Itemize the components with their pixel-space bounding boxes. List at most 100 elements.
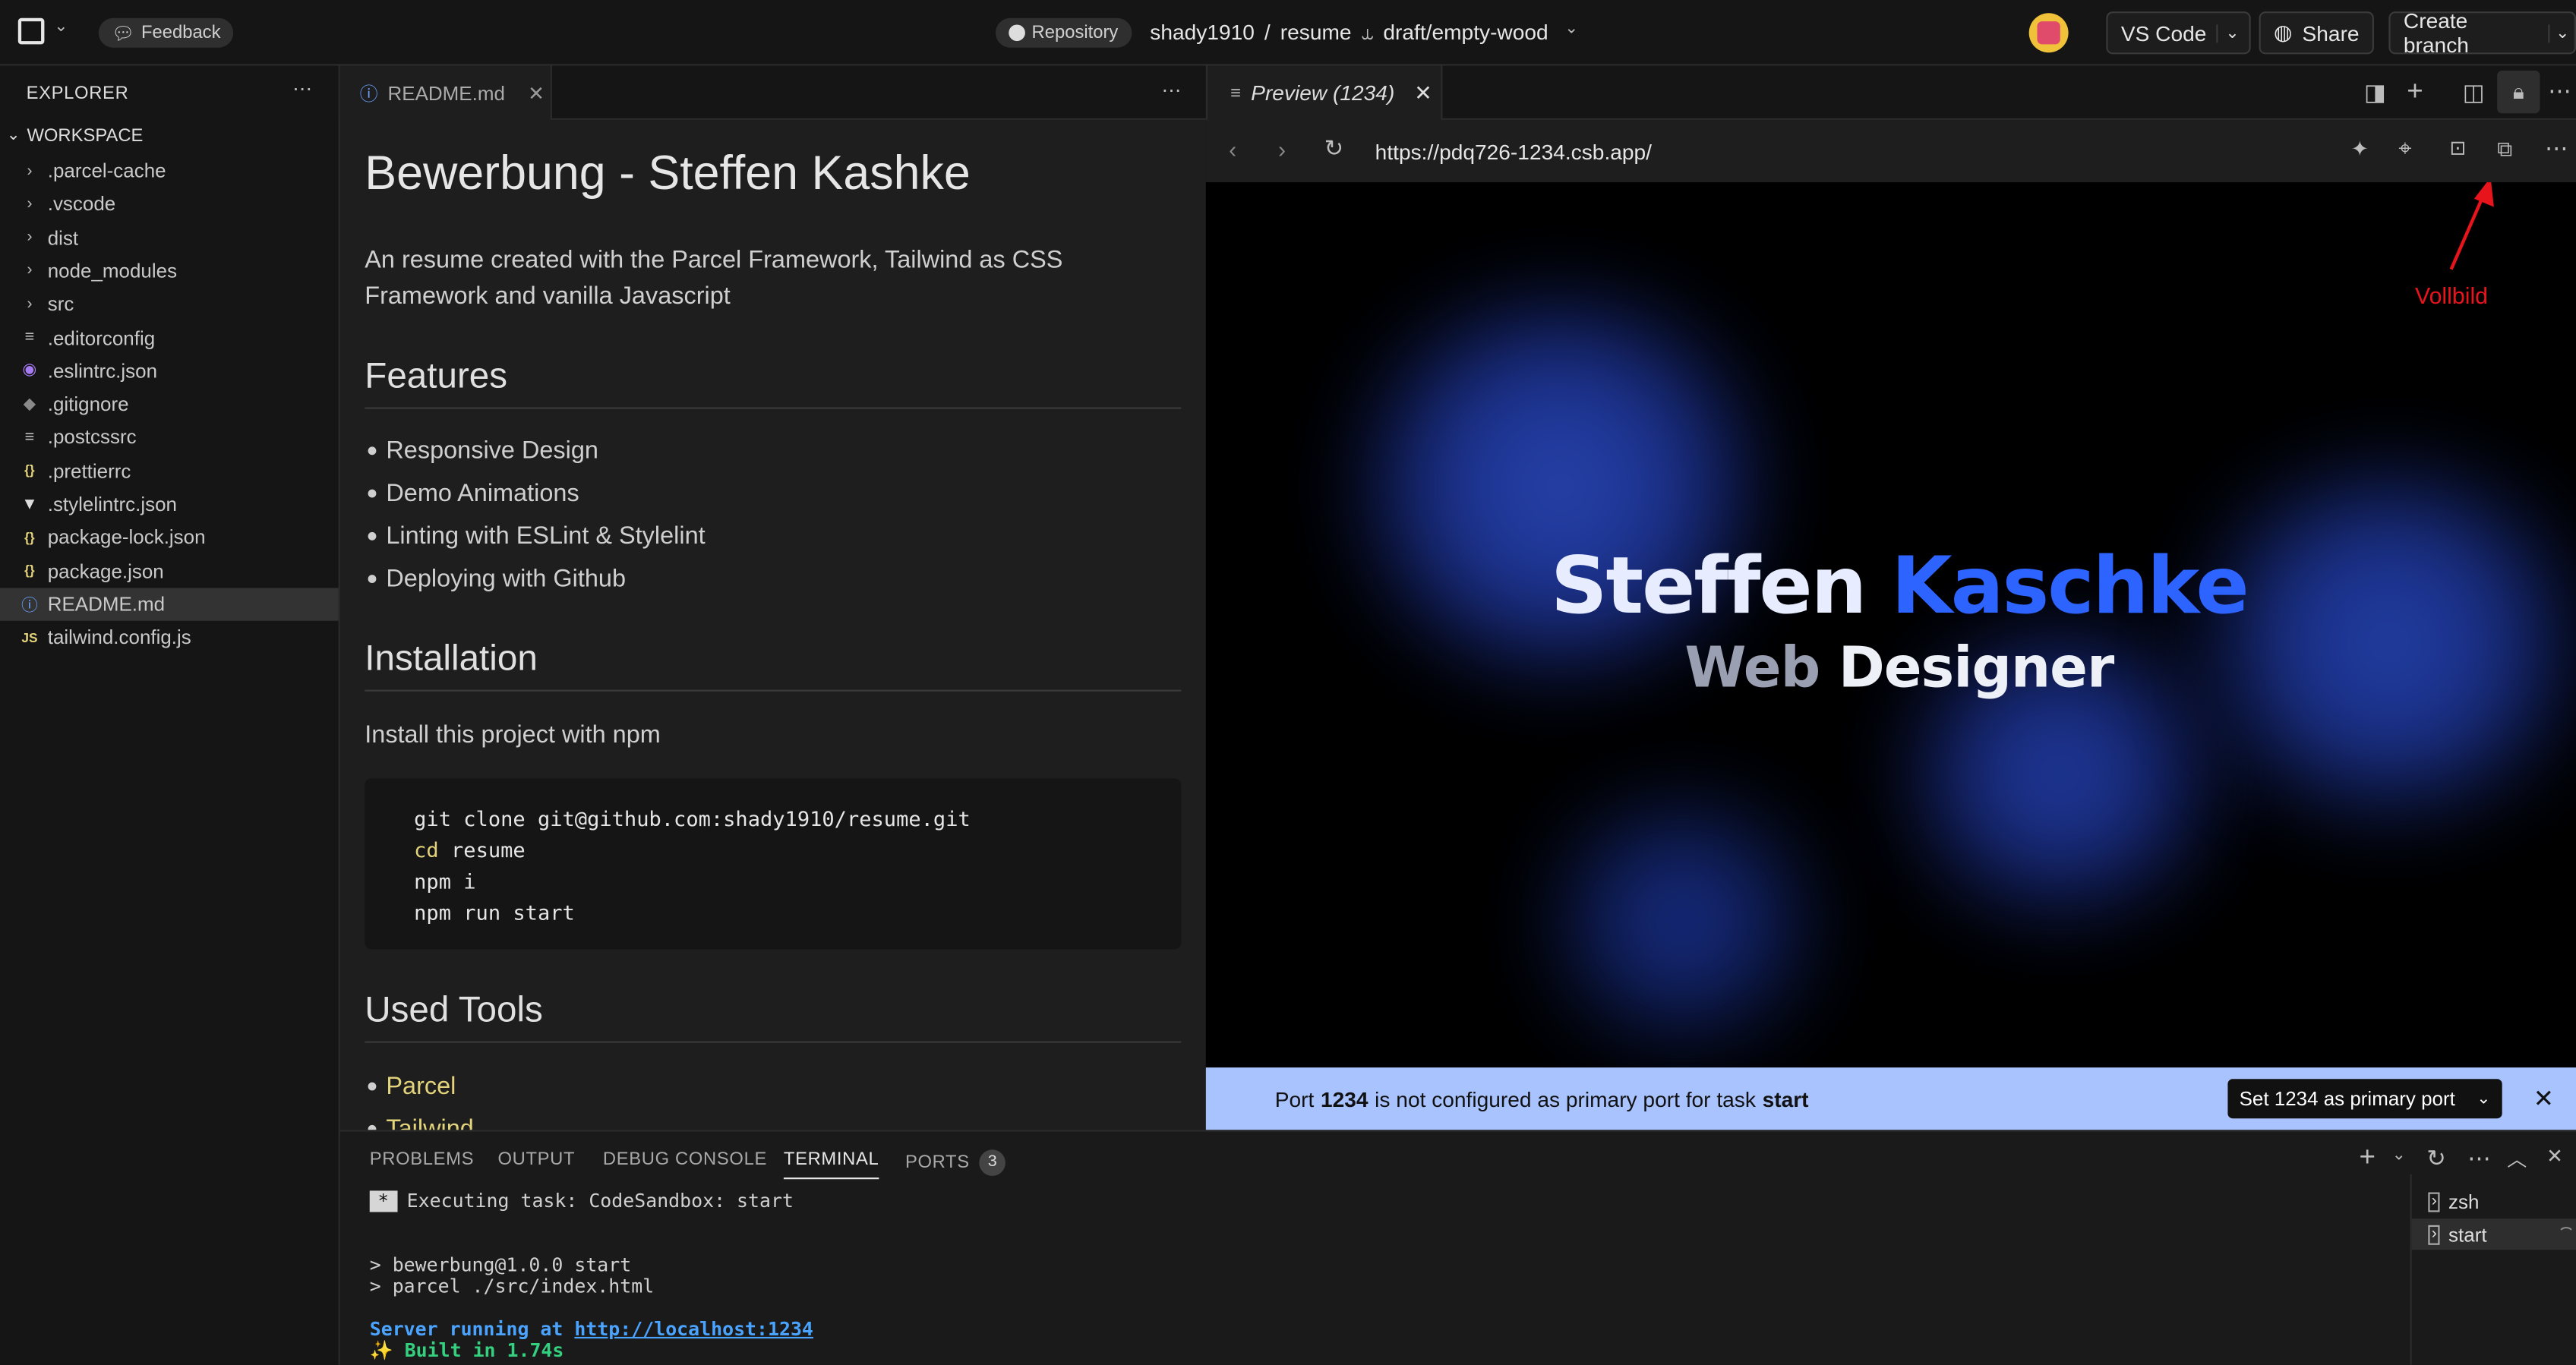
close-icon[interactable]: ✕	[528, 81, 545, 104]
code-line: cd resume	[414, 837, 526, 862]
tree-item-label: package.json	[47, 559, 164, 583]
page-title: Bewerbung - Steffen Kashke	[365, 147, 971, 200]
chevron-down-icon[interactable]: ⌄	[54, 18, 68, 36]
tree-file[interactable]: ⓘ README.md	[0, 588, 339, 621]
code-line: npm i	[414, 868, 476, 894]
tree-folder[interactable]: › .parcel-cache	[0, 154, 339, 187]
chevron-right-icon: ›	[27, 228, 33, 247]
bullet	[368, 531, 377, 541]
more-icon[interactable]: ⋯	[1161, 79, 1181, 102]
intro-paragraph: An resume created with the Parcel Framew…	[365, 246, 1063, 311]
workspace-header[interactable]: ⌄ WORKSPACE	[7, 127, 144, 147]
share-button[interactable]: ◍ Share	[2259, 11, 2375, 55]
tree-item-label: .postcssrc	[47, 426, 137, 449]
split-editor-icon[interactable]: ◫	[2463, 79, 2485, 107]
more-icon[interactable]: ⋯	[2467, 1145, 2490, 1173]
forward-icon[interactable]: ›	[1278, 137, 1286, 163]
chevron-right-icon: ›	[27, 261, 33, 280]
tree-file[interactable]: {} package.json	[0, 554, 339, 587]
tree-file[interactable]: JS tailwind.config.js	[0, 621, 339, 654]
url-field[interactable]: https://pdq726-1234.csb.app/	[1375, 140, 1652, 164]
feature-item: Deploying with Github	[368, 565, 626, 593]
close-icon[interactable]: ✕	[1414, 80, 1432, 106]
feedback-button[interactable]: 💬︎ Feedback	[98, 17, 234, 48]
reload-icon[interactable]: ↻	[1324, 134, 1343, 162]
terminal-item-zsh[interactable]: › zsh	[2412, 1186, 2576, 1217]
tab-terminal[interactable]: TERMINAL	[783, 1149, 879, 1180]
tool-link[interactable]: Parcel	[368, 1073, 456, 1100]
close-icon[interactable]: ✕	[2533, 1084, 2554, 1114]
restart-icon[interactable]: ↻	[2426, 1145, 2445, 1173]
tree-file[interactable]: ≡ .postcssrc	[0, 421, 339, 454]
terminal-task-line: * Executing task: CodeSandbox: start	[369, 1189, 794, 1212]
tree-item-label: .prettierrc	[47, 459, 131, 483]
more-icon[interactable]: ⋯	[292, 77, 312, 100]
more-icon[interactable]: ⋯	[2545, 134, 2568, 162]
tab-ports[interactable]: PORTS 3	[905, 1149, 1006, 1176]
tree-item-label: dist	[47, 225, 79, 249]
tree-file[interactable]: {} .prettierrc	[0, 455, 339, 487]
chevron-down-icon[interactable]: ⌄	[1564, 20, 1578, 46]
chevron-down-icon[interactable]: ⌄	[2215, 24, 2240, 43]
bullet	[368, 575, 377, 583]
tree-file[interactable]: ◉ .eslintrc.json	[0, 355, 339, 387]
sparkle-icon[interactable]: ✦	[2351, 137, 2369, 163]
close-icon[interactable]: ✕	[2546, 1145, 2563, 1168]
tree-file[interactable]: ≡ .editorconfig	[0, 321, 339, 354]
tree-folder[interactable]: › src	[0, 288, 339, 320]
chevron-up-icon[interactable]: ︿	[2507, 1145, 2527, 1173]
repository-badge[interactable]: Repository	[995, 17, 1132, 48]
json-icon: {}	[24, 530, 35, 545]
info-icon: ⓘ	[359, 84, 378, 105]
terminal-icon[interactable]: ⊡	[2449, 137, 2466, 159]
terminal-server-line: Server running at http://localhost:1234	[369, 1316, 813, 1341]
tool-link[interactable]: Tailwind	[368, 1115, 474, 1130]
app-menu-icon[interactable]	[17, 17, 45, 45]
tree-file[interactable]: ◆ .gitignore	[0, 388, 339, 421]
tab-problems[interactable]: PROBLEMS	[370, 1149, 474, 1169]
tree-folder[interactable]: › .vscode	[0, 188, 339, 220]
breadcrumb-separator: /	[1264, 19, 1271, 45]
split-layout-icon[interactable]: ◨	[2364, 79, 2386, 107]
code-line: npm run start	[414, 900, 575, 925]
back-icon[interactable]: ‹	[1229, 137, 1236, 163]
lock-icon[interactable]: 🔒︎	[2497, 71, 2540, 114]
tree-item-label: .parcel-cache	[47, 159, 166, 183]
branch-name[interactable]: draft/empty-wood	[1383, 20, 1548, 46]
vscode-button[interactable]: VS Code ⌄	[2106, 11, 2251, 55]
repo-link[interactable]: resume	[1280, 20, 1352, 46]
chevron-down-icon[interactable]: ⌄	[2477, 1089, 2490, 1108]
blue-glow	[1542, 806, 1823, 1037]
tab-debug-console[interactable]: DEBUG CONSOLE	[603, 1149, 767, 1169]
preview-viewport[interactable]: Steffen Kaschke Web Designer Vollbild	[1205, 182, 2576, 1068]
avatar[interactable]	[2028, 13, 2069, 53]
ports-count-badge: 3	[979, 1149, 1006, 1176]
server-url-link[interactable]: http://localhost:1234	[574, 1317, 813, 1340]
fullscreen-icon[interactable]: ⧉	[2497, 137, 2512, 163]
tab-output[interactable]: OUTPUT	[497, 1149, 575, 1169]
preview-tab-bar: ≡ Preview (1234) ✕ ◨ + ◫ 🔒︎ ⋯	[1205, 65, 2576, 120]
asterisk-icon: *	[369, 1190, 397, 1212]
tab-preview[interactable]: ≡ Preview (1234) ✕	[1208, 65, 1443, 120]
plus-icon[interactable]: +	[2359, 1141, 2375, 1174]
feature-label: Responsive Design	[386, 437, 598, 465]
terminal-item-start[interactable]: › start	[2411, 1218, 2576, 1250]
more-icon[interactable]: ⋯	[2548, 77, 2571, 106]
tree-file[interactable]: ▼ .stylelintrc.json	[0, 488, 339, 521]
tab-readme[interactable]: ⓘ README.md ✕	[339, 65, 552, 120]
create-branch-button[interactable]: Create branch ⌄	[2388, 8, 2576, 58]
tree-folder[interactable]: › node_modules	[0, 254, 339, 287]
chevron-right-icon: ›	[27, 295, 33, 314]
set-primary-port-button[interactable]: Set 1234 as primary port ⌄	[2227, 1079, 2502, 1119]
port-notice-text: Port 1234 is not configured as primary p…	[1274, 1087, 1809, 1112]
tree-item-label: src	[47, 292, 74, 316]
hero-subtitle: Web Designer	[1684, 635, 2114, 701]
plus-icon[interactable]: +	[2407, 76, 2423, 109]
crosshair-icon[interactable]: ⌖	[2398, 134, 2411, 162]
tree-folder[interactable]: › dist	[0, 221, 339, 254]
tree-file[interactable]: {} package-lock.json	[0, 521, 339, 553]
owner-link[interactable]: shady1910	[1150, 20, 1255, 46]
avatar-cross-icon	[2037, 21, 2060, 45]
chevron-down-icon[interactable]: ⌄	[2547, 24, 2569, 43]
chevron-down-icon[interactable]: ⌄	[2392, 1146, 2406, 1165]
